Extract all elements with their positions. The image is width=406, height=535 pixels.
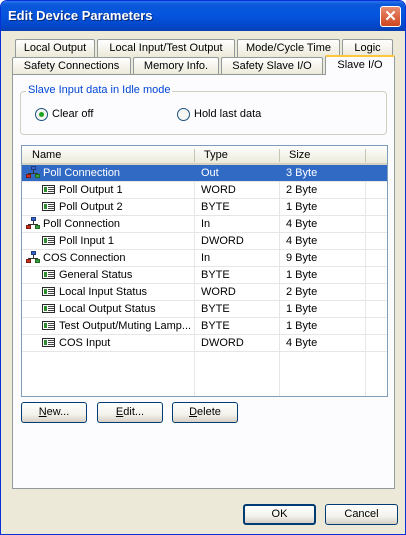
table-row[interactable]: Local Input Status WORD 2 Byte: [22, 284, 387, 301]
ok-button[interactable]: OK: [243, 504, 316, 525]
cell-name: Local Output Status: [59, 303, 156, 315]
cell-size: 1 Byte: [286, 201, 318, 213]
cell-size: 4 Byte: [286, 235, 318, 247]
cell-name: Poll Connection: [43, 167, 121, 179]
table-row[interactable]: General Status BYTE 1 Byte: [22, 267, 387, 284]
cell-size: 3 Byte: [286, 167, 318, 179]
cell-size: 4 Byte: [286, 337, 318, 349]
idle-mode-legend: Slave Input data in Idle mode: [26, 84, 173, 96]
cell-name: General Status: [59, 269, 133, 281]
cell-name: Poll Connection: [43, 218, 121, 230]
io-item-icon: [42, 270, 55, 279]
radio-checked-icon: [35, 108, 48, 121]
new-button[interactable]: New...: [21, 402, 87, 423]
edit-device-parameters-dialog: Edit Device Parameters ✕ Local Output Lo…: [0, 0, 406, 535]
table-row[interactable]: Poll Connection In 4 Byte: [22, 216, 387, 233]
cell-name: COS Connection: [43, 252, 126, 264]
io-item-icon: [42, 321, 55, 330]
tab-mode-cycle-time[interactable]: Mode/Cycle Time: [237, 39, 340, 57]
cell-size: 1 Byte: [286, 320, 318, 332]
radio-unchecked-icon: [177, 108, 190, 121]
window-title: Edit Device Parameters: [8, 8, 153, 23]
list-header: Name Type Size: [22, 146, 387, 165]
slave-io-list[interactable]: Name Type Size Poll Connection Out 3 Byte P…: [21, 145, 388, 397]
column-header-name[interactable]: Name: [32, 149, 61, 161]
title-bar[interactable]: Edit Device Parameters ✕: [1, 1, 405, 31]
slave-io-panel: Slave Input data in Idle mode Clear off …: [12, 74, 395, 489]
io-item-icon: [42, 202, 55, 211]
cell-size: 1 Byte: [286, 269, 318, 281]
column-header-type[interactable]: Type: [204, 149, 228, 161]
io-item-icon: [42, 304, 55, 313]
connection-icon: [26, 217, 40, 230]
cell-name: Poll Input 1: [59, 235, 115, 247]
tab-local-output[interactable]: Local Output: [15, 39, 95, 57]
close-button[interactable]: ✕: [380, 6, 401, 27]
cell-type: BYTE: [201, 303, 230, 315]
cell-size: 9 Byte: [286, 252, 318, 264]
table-row[interactable]: COS Input DWORD 4 Byte: [22, 335, 387, 352]
table-row[interactable]: Test Output/Muting Lamp... BYTE 1 Byte: [22, 318, 387, 335]
cell-type: WORD: [201, 286, 236, 298]
cell-size: 1 Byte: [286, 303, 318, 315]
tab-slave-io[interactable]: Slave I/O: [325, 55, 395, 75]
tab-memory-info[interactable]: Memory Info.: [133, 57, 219, 75]
delete-button[interactable]: Delete: [172, 402, 238, 423]
io-item-icon: [42, 185, 55, 194]
cell-type: BYTE: [201, 269, 230, 281]
tab-safety-connections[interactable]: Safety Connections: [12, 57, 131, 75]
cell-type: Out: [201, 167, 219, 179]
tab-local-input-test-output[interactable]: Local Input/Test Output: [97, 39, 235, 57]
cell-size: 2 Byte: [286, 184, 318, 196]
table-row[interactable]: Poll Connection Out 3 Byte: [22, 165, 387, 182]
cell-name: Poll Output 2: [59, 201, 123, 213]
connection-icon: [26, 166, 40, 179]
table-row[interactable]: Poll Output 2 BYTE 1 Byte: [22, 199, 387, 216]
column-header-size[interactable]: Size: [289, 149, 310, 161]
io-item-icon: [42, 338, 55, 347]
cell-name: Poll Output 1: [59, 184, 123, 196]
table-row[interactable]: Poll Input 1 DWORD 4 Byte: [22, 233, 387, 250]
cell-name: Local Input Status: [59, 286, 148, 298]
table-row[interactable]: Local Output Status BYTE 1 Byte: [22, 301, 387, 318]
cell-name: Test Output/Muting Lamp...: [59, 320, 192, 332]
cell-type: In: [201, 252, 211, 264]
cell-name: COS Input: [59, 337, 111, 349]
cell-type: BYTE: [201, 201, 230, 213]
connection-icon: [26, 251, 40, 264]
cell-type: BYTE: [201, 320, 230, 332]
cell-size: 4 Byte: [286, 218, 318, 230]
cell-type: DWORD: [201, 337, 244, 349]
cancel-button[interactable]: Cancel: [325, 504, 398, 525]
close-icon: ✕: [384, 8, 397, 25]
table-row[interactable]: Poll Output 1 WORD 2 Byte: [22, 182, 387, 199]
idle-mode-group: Slave Input data in Idle mode Clear off …: [20, 84, 387, 135]
tab-safety-slave-io[interactable]: Safety Slave I/O: [221, 57, 323, 75]
cell-type: WORD: [201, 184, 236, 196]
io-item-icon: [42, 287, 55, 296]
cell-type: DWORD: [201, 235, 244, 247]
cell-size: 2 Byte: [286, 286, 318, 298]
edit-button[interactable]: Edit...: [97, 402, 163, 423]
cell-type: In: [201, 218, 211, 230]
io-item-icon: [42, 236, 55, 245]
table-row[interactable]: COS Connection In 9 Byte: [22, 250, 387, 267]
